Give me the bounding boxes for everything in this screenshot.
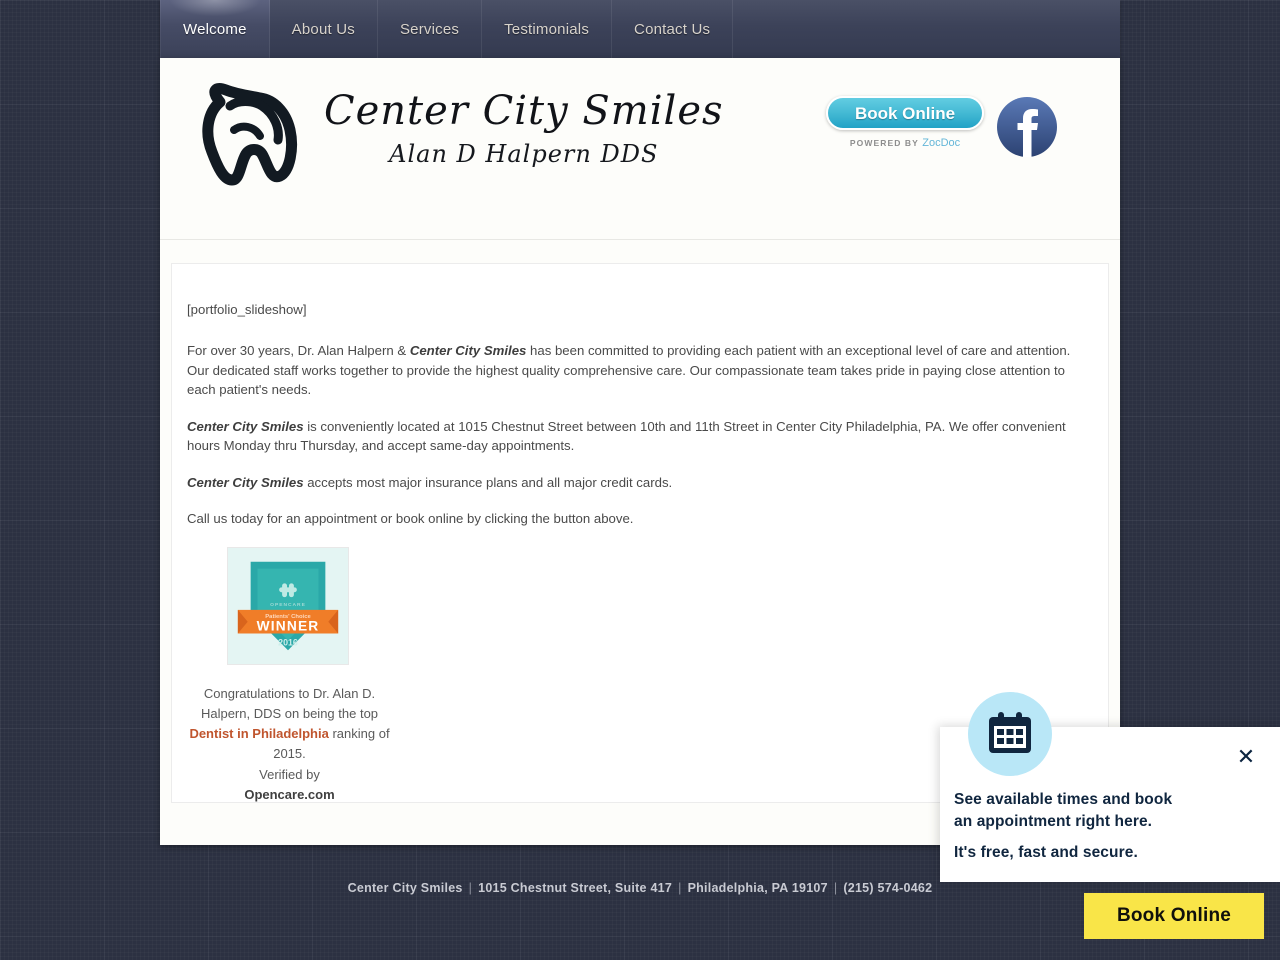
zocdoc-book-block: Book Online POWERED BY ZocDoc xyxy=(826,96,984,149)
logo-title: Center City Smiles xyxy=(324,88,724,134)
badge-winner-text: WINNER xyxy=(257,618,320,633)
footer-address: 1015 Chestnut Street, Suite 417 xyxy=(478,881,673,895)
calendar-icon-circle xyxy=(968,692,1052,776)
footer-separator: | xyxy=(678,881,682,895)
close-icon[interactable]: ✕ xyxy=(1234,745,1258,769)
award-caption-line2: Halpern, DDS on being the top xyxy=(200,705,379,721)
book-online-widget-button[interactable]: Book Online xyxy=(1084,893,1264,939)
book-online-header-button[interactable]: Book Online xyxy=(826,96,984,130)
nav-item-services[interactable]: Services xyxy=(378,0,483,58)
calendar-icon xyxy=(989,712,1031,753)
badge-brand-text: OPENCARE xyxy=(270,602,306,608)
nav-label: Contact Us xyxy=(634,20,711,38)
insurance-paragraph: Center City Smiles accepts most major in… xyxy=(187,473,1080,493)
call-to-action-paragraph: Call us today for an appointment or book… xyxy=(187,511,634,526)
award-caption-line1: Congratulations to Dr. Alan D. xyxy=(203,685,376,701)
footer-phone: (215) 574-0462 xyxy=(843,881,933,895)
nav-item-testimonials[interactable]: Testimonials xyxy=(482,0,613,58)
verifier-name: Opencare.com xyxy=(244,786,335,802)
verified-by-label: Verified by xyxy=(259,766,320,782)
paragraph-emphasis: Center City Smiles xyxy=(187,474,304,490)
location-paragraph: Center City Smiles is conveniently locat… xyxy=(187,417,1080,456)
content-card: [portfolio_slideshow] For over 30 years,… xyxy=(171,263,1109,803)
intro-paragraph: For over 30 years, Dr. Alan Halpern & Ce… xyxy=(187,341,1080,400)
powered-by-zocdoc-label: POWERED BY ZocDoc xyxy=(826,137,984,149)
paragraph-post: is conveniently located at 1015 Chestnut… xyxy=(187,418,1066,454)
footer-separator: | xyxy=(833,881,838,895)
paragraph-emphasis: Center City Smiles xyxy=(409,343,527,358)
opencare-winner-badge-icon: OPENCARE Patients' Choice WINNER 2016 xyxy=(227,546,349,665)
footer-separator: | xyxy=(468,881,473,895)
nav-label: About Us xyxy=(291,20,355,38)
zocdoc-widget: ✕ See available times and book an appoin… xyxy=(940,692,1280,882)
nav-item-welcome[interactable]: Welcome xyxy=(160,0,270,58)
logo-subtitle: Alan D Halpern DDS xyxy=(389,140,659,168)
paragraph-emphasis: Center City Smiles xyxy=(187,418,304,434)
award-block: OPENCARE Patients' Choice WINNER 2016 Co… xyxy=(187,546,392,805)
zocdoc-message: See available times and book an appointm… xyxy=(954,789,1254,864)
paragraph-post: accepts most major insurance plans and a… xyxy=(303,474,673,490)
site-logo[interactable]: Center City Smiles Alan D Halpern DDS xyxy=(190,76,724,191)
zocdoc-brand-text: ZocDoc xyxy=(922,137,961,149)
logo-text-block: Center City Smiles Alan D Halpern DDS xyxy=(324,76,724,168)
badge-year-text: 2016 xyxy=(278,637,298,647)
nav-label: Services xyxy=(399,20,460,38)
tooth-icon xyxy=(202,83,298,186)
header-actions: Book Online POWERED BY ZocDoc xyxy=(826,96,1058,158)
zocdoc-message-line3: It's free, fast and secure. xyxy=(954,844,1138,861)
nav-item-contact-us[interactable]: Contact Us xyxy=(612,0,734,58)
nav-item-about-us[interactable]: About Us xyxy=(270,0,378,58)
footer-city-state-zip: Philadelphia, PA 19107 xyxy=(687,881,828,895)
footer-business-name: Center City Smiles xyxy=(347,881,463,895)
nav-label: Welcome xyxy=(183,20,247,38)
facebook-icon[interactable] xyxy=(996,96,1058,158)
dentist-in-philadelphia-link[interactable]: Dentist in Philadelphia xyxy=(189,726,328,741)
award-caption: Congratulations to Dr. Alan D. Halpern, … xyxy=(187,684,392,805)
nav-label: Testimonials xyxy=(504,20,590,38)
paragraph-pre: For over 30 years, Dr. Alan Halpern & xyxy=(187,343,410,358)
main-navigation: Welcome About Us Services Testimonials C… xyxy=(160,0,1120,58)
portfolio-shortcode-text: [portfolio_slideshow] xyxy=(187,302,307,317)
site-header: Center City Smiles Alan D Halpern DDS Bo… xyxy=(160,58,1120,240)
zocdoc-message-line2: an appointment right here. xyxy=(954,813,1153,830)
powered-by-text: POWERED BY xyxy=(849,138,919,148)
zocdoc-message-line1: See available times and book xyxy=(954,791,1173,808)
